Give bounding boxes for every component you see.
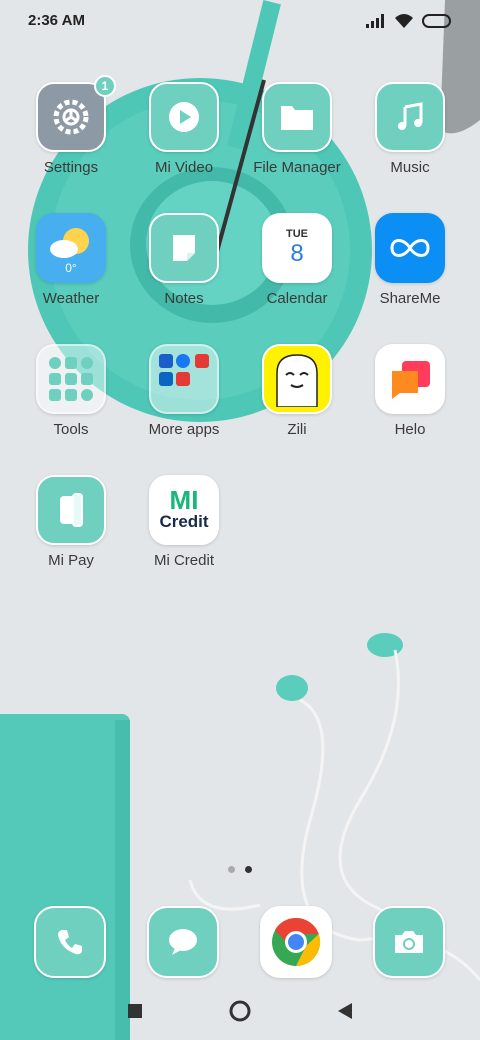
dock-messages[interactable] [128, 906, 238, 978]
note-icon [149, 213, 219, 283]
calendar-day: TUE [286, 228, 308, 240]
app-label: Zili [287, 421, 307, 438]
app-label: Settings [43, 159, 99, 176]
folder-icon [262, 82, 332, 152]
app-more-apps-folder[interactable]: More apps [129, 344, 239, 438]
mi-credit-logo-mi: MI [169, 485, 199, 515]
calendar-date: 8 [290, 240, 304, 267]
app-mi-pay[interactable]: Mi Pay [16, 475, 126, 569]
signal-icon [366, 14, 384, 28]
helo-chat-icon [375, 344, 445, 414]
dock-phone[interactable] [15, 906, 125, 978]
settings-icon: 1 [36, 75, 116, 152]
status-bar: 2:36 AM [0, 0, 480, 44]
dock-chrome[interactable] [241, 906, 351, 978]
zili-face-icon [262, 344, 332, 414]
circle-icon [229, 1000, 251, 1022]
folder-apps-icon [149, 344, 219, 414]
phone-icon [34, 906, 106, 978]
page-indicator [0, 866, 480, 873]
app-label: Mi Credit [153, 552, 214, 569]
home-button[interactable] [225, 996, 255, 1026]
app-label: Helo [394, 421, 426, 438]
square-icon [128, 1004, 142, 1018]
dock-camera[interactable] [354, 906, 464, 978]
app-label: Music [390, 159, 430, 176]
app-mi-credit[interactable]: MI Credit Mi Credit [129, 475, 239, 569]
app-label: Mi Video [154, 159, 214, 176]
status-time: 2:36 AM [28, 12, 85, 29]
infinity-icon [375, 213, 445, 283]
app-zili[interactable]: Zili [242, 344, 352, 438]
battery-icon [422, 14, 451, 28]
mi-credit-logo-credit: Credit [159, 512, 209, 531]
app-label: ShareMe [379, 290, 441, 307]
weather-temperature: 0° [65, 261, 77, 275]
app-mi-video[interactable]: Mi Video [129, 82, 239, 176]
app-label: Mi Pay [48, 552, 94, 569]
weather-sun-cloud-icon: 0° [36, 213, 106, 283]
chat-bubble-icon [147, 906, 219, 978]
app-music[interactable]: Music [355, 82, 465, 176]
page-dot[interactable] [228, 866, 235, 873]
app-shareme[interactable]: ShareMe [355, 213, 465, 307]
app-weather[interactable]: 0° Weather [16, 213, 126, 307]
app-label: Weather [42, 290, 100, 307]
app-label: Notes [164, 290, 204, 307]
triangle-back-icon [338, 1003, 352, 1019]
app-label: File Manager [253, 159, 341, 176]
navigation-bar [0, 982, 480, 1040]
card-icon [36, 475, 106, 545]
recents-button[interactable] [120, 996, 150, 1026]
notification-badge: 1 [94, 75, 116, 97]
app-helo[interactable]: Helo [355, 344, 465, 438]
play-icon [149, 82, 219, 152]
app-file-manager[interactable]: File Manager [242, 82, 352, 176]
app-calendar[interactable]: TUE 8 Calendar [242, 213, 352, 307]
folder-grid-icon [36, 344, 106, 414]
chrome-icon [260, 906, 332, 978]
app-settings[interactable]: 1 Settings [16, 75, 126, 176]
app-notes[interactable]: Notes [129, 213, 239, 307]
music-note-icon [375, 82, 445, 152]
wifi-icon [395, 14, 413, 28]
app-label: More apps [148, 421, 220, 438]
back-button[interactable] [330, 996, 360, 1026]
app-label: Tools [53, 421, 89, 438]
app-tools-folder[interactable]: Tools [16, 344, 126, 438]
mi-credit-logo-icon: MI Credit [149, 475, 219, 545]
calendar-icon: TUE 8 [262, 213, 332, 283]
app-label: Calendar [266, 290, 328, 307]
camera-icon [373, 906, 445, 978]
page-dot-active[interactable] [245, 866, 252, 873]
